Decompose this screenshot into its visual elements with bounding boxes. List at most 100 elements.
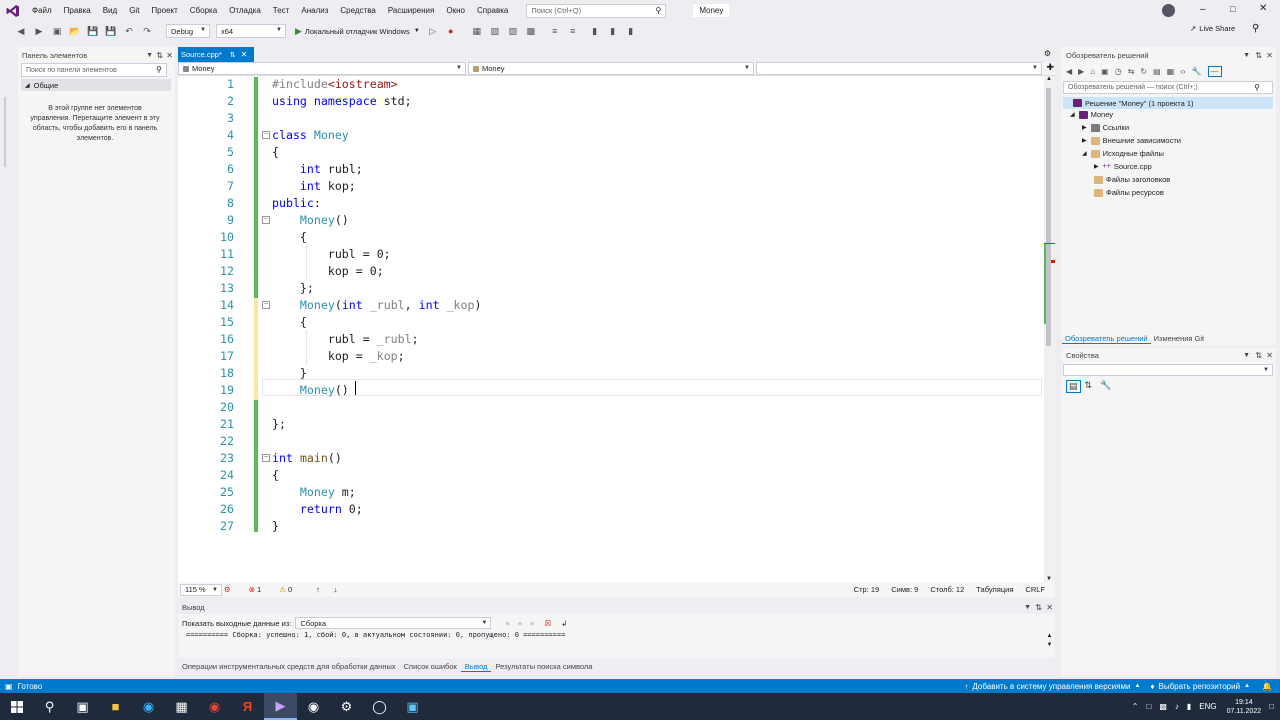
line-ending[interactable]: CRLF bbox=[1025, 585, 1045, 594]
properties-object-select[interactable]: ▼ bbox=[1063, 364, 1273, 376]
code-line[interactable]: int kop; bbox=[272, 178, 356, 195]
tab-close-icon[interactable]: ✕ bbox=[241, 50, 248, 59]
clock[interactable]: 19:14 07.11.2022 bbox=[1227, 698, 1262, 716]
properties-menu-icon[interactable]: ▼ bbox=[1243, 352, 1250, 359]
cursor-char[interactable]: Симв: 9 bbox=[891, 585, 918, 594]
se-forward-icon[interactable]: ▶ bbox=[1078, 67, 1084, 76]
menu-item-0[interactable]: Файл bbox=[26, 6, 58, 15]
output-pin-icon[interactable]: ⇅ bbox=[1035, 603, 1042, 612]
new-project-icon[interactable]: ▣ bbox=[50, 24, 64, 38]
toolbox-close-icon[interactable]: ✕ bbox=[166, 51, 173, 60]
menu-item-8[interactable]: Анализ bbox=[295, 6, 334, 15]
se-collapse-icon[interactable]: ▤ bbox=[1153, 67, 1161, 76]
se-properties-icon[interactable]: 🔧 bbox=[1192, 67, 1202, 76]
forward-icon[interactable]: ▶ bbox=[32, 24, 46, 38]
live-share-button[interactable]: ↗ Live Share bbox=[1190, 24, 1235, 33]
code-line[interactable]: Money() bbox=[272, 382, 349, 399]
remote-desktop-icon[interactable]: ▣ bbox=[396, 693, 429, 720]
config-select[interactable]: Debug ▼ bbox=[166, 24, 210, 38]
yandex-icon[interactable]: Я bbox=[231, 693, 264, 720]
open-icon[interactable]: 📂 bbox=[68, 24, 82, 38]
output-clear-icon[interactable]: ☒ bbox=[545, 619, 552, 628]
outline-collapse-icon[interactable]: − bbox=[262, 454, 270, 462]
visual-studio-icon[interactable]: ▶ bbox=[264, 693, 297, 720]
se-back-icon[interactable]: ◀ bbox=[1066, 67, 1072, 76]
output-wrap-icon[interactable]: ↲ bbox=[561, 619, 567, 628]
output-find-icon[interactable]: ≡ bbox=[505, 619, 509, 628]
indent-mode[interactable]: Табуляция bbox=[976, 585, 1013, 594]
bookmark-icon[interactable]: ▮ bbox=[588, 24, 602, 38]
se-close-icon[interactable]: ✕ bbox=[1266, 51, 1273, 60]
windows-start-icon[interactable] bbox=[0, 693, 33, 720]
menu-item-7[interactable]: Тест bbox=[267, 6, 296, 15]
code-line[interactable]: kop = 0; bbox=[272, 263, 384, 280]
se-preview-icon[interactable]: — bbox=[1207, 65, 1222, 77]
code-line[interactable]: { bbox=[272, 144, 279, 161]
code-line[interactable]: class Money bbox=[272, 127, 349, 144]
code-line[interactable]: Money m; bbox=[272, 484, 356, 501]
toolbox-group[interactable]: ◢ Общие bbox=[21, 79, 171, 91]
tool-icon-2[interactable]: ▧ bbox=[488, 24, 502, 38]
app-icon[interactable]: ◯ bbox=[363, 693, 396, 720]
code-line[interactable]: return 0; bbox=[272, 501, 363, 518]
se-menu-icon[interactable]: ▼ bbox=[1243, 52, 1250, 59]
network-wired-icon[interactable]: ▩ bbox=[1159, 702, 1167, 711]
code-line[interactable]: { bbox=[272, 229, 307, 246]
code-editor[interactable]: − − − − 1 #include<iostream> 2 using namespace… bbox=[178, 76, 1046, 582]
code-line[interactable]: Money() bbox=[272, 212, 349, 229]
comment-icon[interactable]: ≡ bbox=[548, 24, 562, 38]
code-line[interactable]: public: bbox=[272, 195, 321, 212]
tab-solution-explorer[interactable]: Обозреватель решений bbox=[1062, 334, 1151, 344]
health-icon[interactable]: ⚙ bbox=[224, 585, 231, 594]
menu-item-6[interactable]: Отладка bbox=[223, 6, 267, 15]
bottom-tab-2[interactable]: Вывод bbox=[460, 662, 492, 672]
header-files-node[interactable]: Файлы заголовков bbox=[1094, 175, 1170, 184]
volume-icon[interactable]: ♪ bbox=[1175, 702, 1179, 711]
property-pages-icon[interactable]: 🔧 bbox=[1100, 380, 1111, 393]
code-line[interactable]: kop = _kop; bbox=[272, 348, 405, 365]
hot-reload-icon[interactable]: ● bbox=[444, 24, 458, 38]
error-icon[interactable]: ⊗ bbox=[249, 585, 255, 594]
maximize-icon[interactable]: □ bbox=[1230, 4, 1235, 14]
se-sync-icon[interactable]: ⇆ bbox=[1128, 67, 1135, 76]
redo-icon[interactable]: ↷ bbox=[140, 24, 154, 38]
file-explorer-icon[interactable]: ■ bbox=[99, 693, 132, 720]
se-pending-icon[interactable]: ◷ bbox=[1115, 67, 1122, 76]
prev-issue-icon[interactable]: ↑ bbox=[316, 585, 320, 594]
output-prev-icon[interactable]: ≡ bbox=[518, 619, 522, 628]
solution-node[interactable]: Решение "Money" (1 проекта 1) bbox=[1063, 97, 1273, 109]
nav-project-select[interactable]: Money ▼ bbox=[178, 62, 466, 75]
undo-icon[interactable]: ↶ bbox=[122, 24, 136, 38]
chrome-icon[interactable]: ◉ bbox=[198, 693, 231, 720]
yandex-browser-icon[interactable]: ◉ bbox=[297, 693, 330, 720]
menu-item-2[interactable]: Вид bbox=[97, 6, 123, 15]
editor-scrollbar[interactable]: ▲ ▼ bbox=[1044, 76, 1055, 582]
bottom-tab-1[interactable]: Список ошибок bbox=[400, 662, 461, 671]
toolbox-pin-icon[interactable]: ▼ bbox=[146, 52, 153, 59]
edge-icon[interactable]: ◉ bbox=[132, 693, 165, 720]
project-node[interactable]: ◢ Money bbox=[1070, 110, 1113, 119]
code-line[interactable]: int main() bbox=[272, 450, 342, 467]
zoom-select[interactable]: 115 % ▼ bbox=[180, 583, 222, 596]
menu-item-4[interactable]: Проект bbox=[145, 6, 183, 15]
language-indicator[interactable]: ENG bbox=[1199, 702, 1216, 711]
search-taskbar-icon[interactable]: ⚲ bbox=[33, 693, 66, 720]
code-line[interactable]: } bbox=[272, 518, 279, 535]
external-deps-node[interactable]: ▶ Внешние зависимости bbox=[1082, 136, 1181, 145]
se-switch-views-icon[interactable]: ▣ bbox=[1101, 67, 1109, 76]
scrollbar-up-icon[interactable]: ▲ bbox=[1046, 76, 1052, 82]
tool-icon-3[interactable]: ▨ bbox=[506, 24, 520, 38]
code-line[interactable]: } bbox=[272, 365, 307, 382]
se-home-icon[interactable]: ⌂ bbox=[1090, 67, 1095, 76]
code-line[interactable]: { bbox=[272, 314, 307, 331]
scrollbar-thumb[interactable] bbox=[1046, 88, 1051, 346]
task-view-icon[interactable]: ▣ bbox=[66, 693, 99, 720]
toolbox-strip-icon[interactable] bbox=[4, 97, 14, 167]
properties-pin-icon[interactable]: ⇅ bbox=[1255, 351, 1262, 360]
battery-icon[interactable]: ▮ bbox=[1187, 702, 1191, 711]
output-close-icon[interactable]: ✕ bbox=[1046, 603, 1053, 612]
source-cpp-node[interactable]: ▶ ++ Source.cpp bbox=[1094, 162, 1152, 171]
code-line[interactable]: }; bbox=[272, 416, 286, 433]
split-icon[interactable]: ✚ bbox=[1046, 62, 1054, 73]
feedback-icon[interactable]: ⚲ bbox=[1252, 23, 1259, 34]
